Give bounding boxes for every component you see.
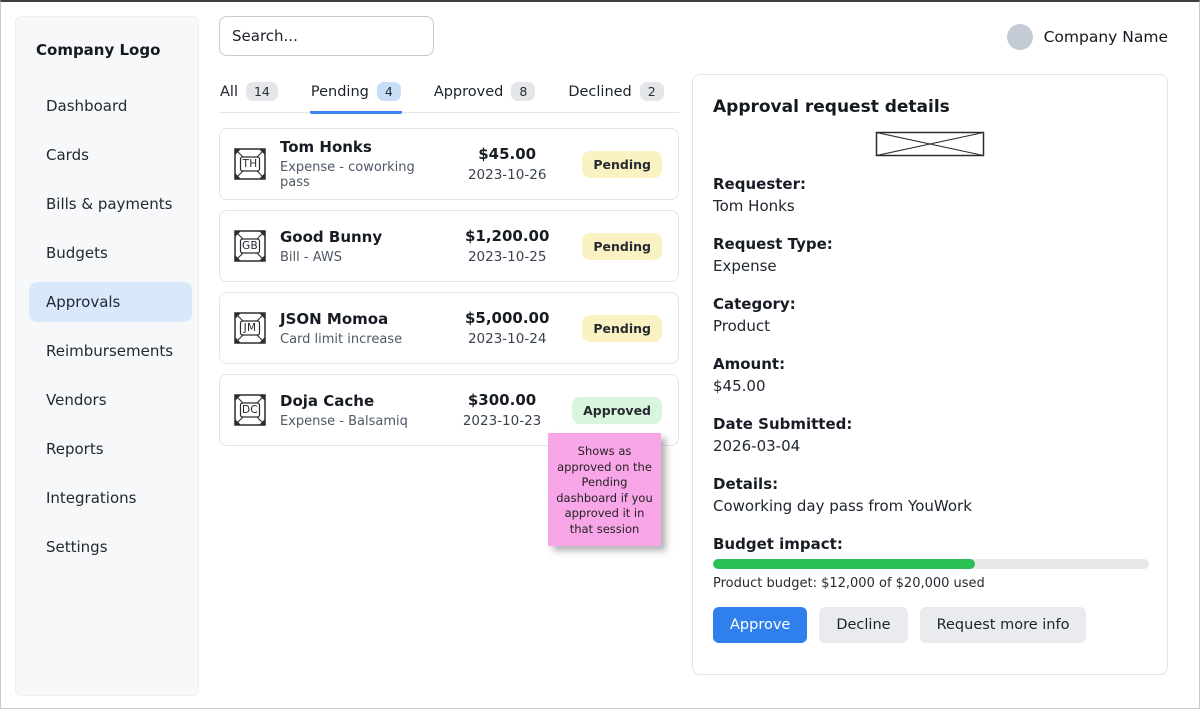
avatar-initials: TH: [232, 146, 268, 182]
tab-approved[interactable]: Approved 8: [433, 82, 537, 114]
tab-pending-label: Pending: [311, 84, 369, 100]
request-date: 2023-10-26: [444, 167, 570, 183]
request-card[interactable]: TH Tom Honks Expense - coworking pass $4…: [219, 128, 679, 200]
field-category: Category: Product: [713, 293, 1147, 337]
request-subtitle: Expense - coworking pass: [280, 160, 432, 190]
tab-all-count-badge: 14: [246, 82, 278, 101]
avatar-initials: DC: [232, 392, 268, 428]
sidebar-item-approvals[interactable]: Approvals: [29, 282, 192, 322]
search-input[interactable]: [219, 16, 434, 56]
field-amount: Amount: $45.00: [713, 353, 1147, 397]
tab-pending-count-badge: 4: [377, 82, 401, 101]
field-date-submitted: Date Submitted: 2026-03-04: [713, 413, 1147, 457]
field-value: Product: [713, 315, 1147, 337]
field-label: Requester:: [713, 173, 1147, 195]
tab-all[interactable]: All 14: [219, 82, 279, 114]
tab-all-label: All: [220, 84, 238, 100]
sidebar-item-integrations[interactable]: Integrations: [29, 478, 192, 518]
avatar-placeholder-icon: JM: [232, 310, 268, 346]
user-name: Company Name: [1044, 28, 1168, 46]
field-value: 2026-03-04: [713, 435, 1147, 457]
budget-progress-fill: [713, 559, 975, 569]
sidebar-item-cards[interactable]: Cards: [29, 135, 192, 175]
approve-button[interactable]: Approve: [713, 607, 807, 643]
tab-declined[interactable]: Declined 2: [567, 82, 664, 114]
request-card[interactable]: JM JSON Momoa Card limit increase $5,000…: [219, 292, 679, 364]
status-badge: Pending: [582, 233, 662, 260]
request-date: 2023-10-24: [444, 331, 570, 347]
request-more-info-button[interactable]: Request more info: [920, 607, 1087, 643]
status-badge: Pending: [582, 151, 662, 178]
requester-name: Doja Cache: [280, 392, 432, 410]
requester-name: Tom Honks: [280, 138, 432, 156]
requester-name: Good Bunny: [280, 228, 432, 246]
request-amount: $5,000.00: [444, 309, 570, 327]
budget-caption: Product budget: $12,000 of $20,000 used: [713, 576, 1147, 591]
avatar-placeholder-icon: GB: [232, 228, 268, 264]
avatar-placeholder-icon: TH: [232, 146, 268, 182]
status-badge: Pending: [582, 315, 662, 342]
field-request-type: Request Type: Expense: [713, 233, 1147, 277]
sidebar-item-budgets[interactable]: Budgets: [29, 233, 192, 273]
request-amount: $300.00: [444, 391, 560, 409]
user-profile[interactable]: Company Name: [1007, 23, 1168, 51]
field-value: Tom Honks: [713, 195, 1147, 217]
field-requester: Requester: Tom Honks: [713, 173, 1147, 217]
budget-impact-label: Budget impact:: [713, 533, 1147, 555]
sidebar-item-reports[interactable]: Reports: [29, 429, 192, 469]
avatar-initials: GB: [232, 228, 268, 264]
tab-pending[interactable]: Pending 4: [310, 82, 402, 114]
tab-approved-count-badge: 8: [511, 82, 535, 101]
image-placeholder-icon: [875, 131, 985, 157]
user-avatar: [1007, 24, 1033, 50]
field-value: Expense: [713, 255, 1147, 277]
requester-name: JSON Momoa: [280, 310, 432, 328]
request-list: TH Tom Honks Expense - coworking pass $4…: [219, 128, 679, 446]
status-badge: Approved: [572, 397, 662, 424]
panel-title: Approval request details: [713, 97, 1147, 117]
field-label: Details:: [713, 473, 1147, 495]
sidebar-item-bills-payments[interactable]: Bills & payments: [29, 184, 192, 224]
request-date: 2023-10-23: [444, 413, 560, 429]
field-value: $45.00: [713, 375, 1147, 397]
tab-declined-count-badge: 2: [640, 82, 664, 101]
field-label: Date Submitted:: [713, 413, 1147, 435]
field-label: Category:: [713, 293, 1147, 315]
sidebar-item-reimbursements[interactable]: Reimbursements: [29, 331, 192, 371]
tab-declined-label: Declined: [568, 84, 631, 100]
request-card[interactable]: GB Good Bunny Bill - AWS $1,200.00 2023-…: [219, 210, 679, 282]
sidebar-item-dashboard[interactable]: Dashboard: [29, 86, 192, 126]
request-date: 2023-10-25: [444, 249, 570, 265]
field-label: Request Type:: [713, 233, 1147, 255]
field-label: Amount:: [713, 353, 1147, 375]
request-amount: $45.00: [444, 145, 570, 163]
sidebar: Company Logo Dashboard Cards Bills & pay…: [15, 16, 199, 696]
action-buttons: Approve Decline Request more info: [713, 607, 1147, 643]
sticky-note: Shows as approved on the Pending dashboa…: [548, 433, 661, 546]
request-subtitle: Bill - AWS: [280, 250, 432, 265]
company-logo: Company Logo: [16, 17, 198, 59]
decline-button[interactable]: Decline: [819, 607, 907, 643]
avatar-initials: JM: [232, 310, 268, 346]
avatar-placeholder-icon: DC: [232, 392, 268, 428]
approval-details-panel: Approval request details Requester: Tom …: [692, 74, 1168, 675]
sidebar-item-settings[interactable]: Settings: [29, 527, 192, 567]
sidebar-nav: Dashboard Cards Bills & payments Budgets…: [16, 86, 198, 576]
sidebar-item-vendors[interactable]: Vendors: [29, 380, 192, 420]
app-window: Company Logo Dashboard Cards Bills & pay…: [0, 0, 1200, 709]
request-subtitle: Card limit increase: [280, 332, 432, 347]
budget-progress-bar: [713, 559, 1149, 569]
field-value: Coworking day pass from YouWork: [713, 495, 1147, 517]
field-details: Details: Coworking day pass from YouWork: [713, 473, 1147, 517]
request-subtitle: Expense - Balsamiq: [280, 414, 432, 429]
status-tabs: All 14 Pending 4 Approved 8 Declined 2: [219, 82, 679, 113]
tab-approved-label: Approved: [434, 84, 504, 100]
request-amount: $1,200.00: [444, 227, 570, 245]
